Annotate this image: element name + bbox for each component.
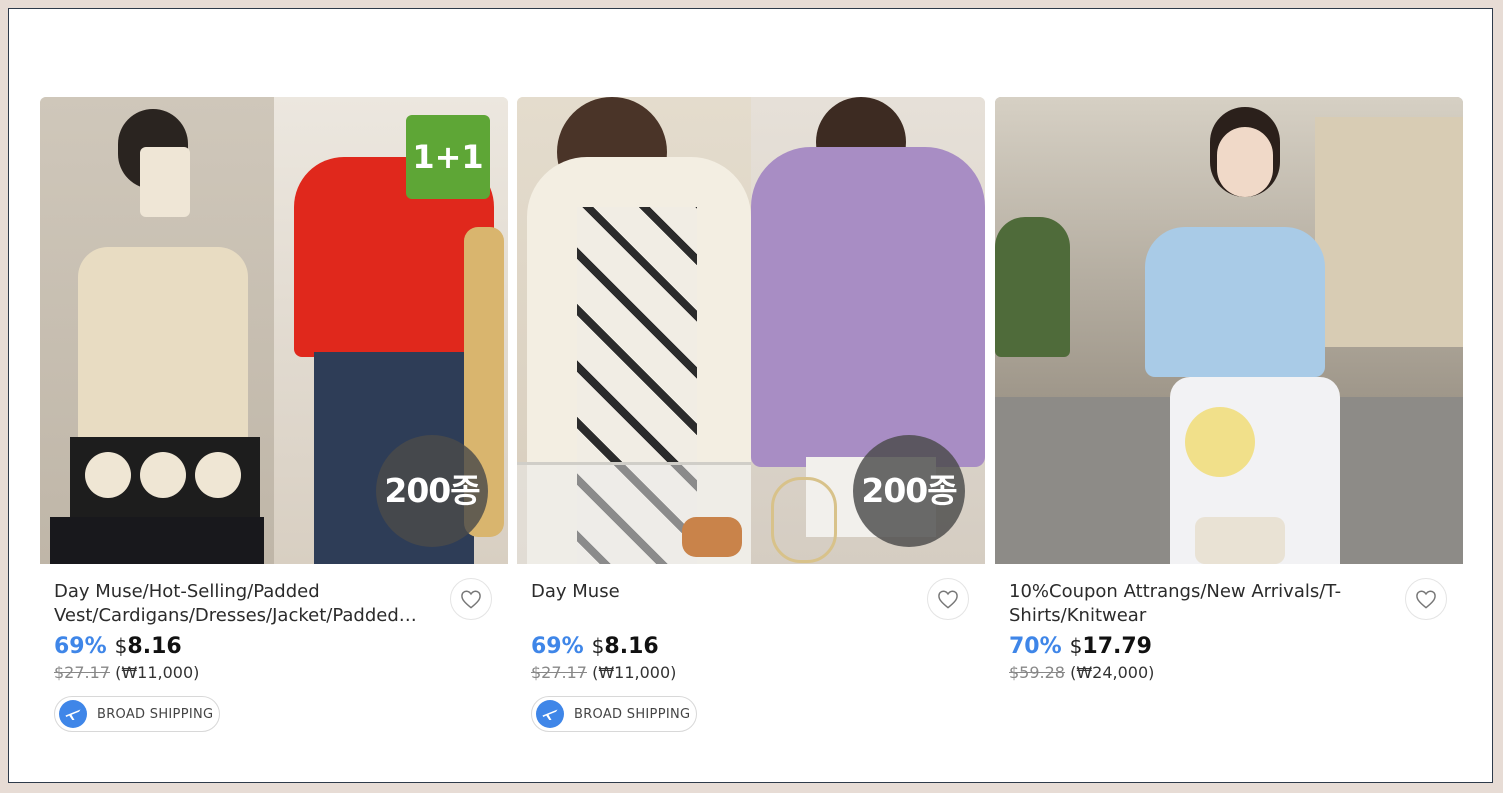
price-row: 69% $8.16	[54, 634, 182, 659]
currency-symbol: $	[114, 634, 128, 658]
product-card[interactable]: 10%Coupon Attrangs/New Arrivals/T-Shirts…	[995, 97, 1463, 757]
product-card[interactable]: 200종 Day Muse 69% $8.16 $27.17 (₩11,000) …	[517, 97, 985, 757]
sale-price: 8.16	[604, 634, 659, 659]
heart-outline-icon	[461, 590, 481, 609]
airplane-icon	[536, 700, 564, 728]
product-image[interactable]	[995, 97, 1463, 564]
currency-symbol: $	[1069, 634, 1083, 658]
shipping-badge: BROAD SHIPPING	[531, 696, 697, 732]
model-photo-crochet-vest	[40, 97, 274, 564]
wishlist-button[interactable]	[450, 578, 492, 620]
discount-percent: 69%	[54, 634, 107, 659]
original-price-row: $27.17 (₩11,000)	[531, 663, 676, 682]
shipping-label: BROAD SHIPPING	[574, 706, 691, 722]
original-price-row: $59.28 (₩24,000)	[1009, 663, 1154, 682]
product-grid: 1+1 200종 Day Muse/Hot-Selling/Padded Ves…	[8, 8, 1493, 783]
krw-price: (₩24,000)	[1070, 663, 1155, 682]
sale-price: 17.79	[1082, 634, 1152, 659]
wishlist-button[interactable]	[927, 578, 969, 620]
discount-percent: 70%	[1009, 634, 1062, 659]
wishlist-button[interactable]	[1405, 578, 1447, 620]
krw-price: (₩11,000)	[592, 663, 677, 682]
shipping-label: BROAD SHIPPING	[97, 706, 214, 722]
price-row: 70% $17.79	[1009, 634, 1152, 659]
product-title[interactable]: Day Muse/Hot-Selling/Padded Vest/Cardiga…	[54, 580, 434, 628]
variety-count-badge: 200종	[376, 435, 488, 547]
variety-count-badge: 200종	[853, 435, 965, 547]
sale-price: 8.16	[127, 634, 182, 659]
original-price: $59.28	[1009, 663, 1065, 682]
price-row: 69% $8.16	[531, 634, 659, 659]
product-image[interactable]: 200종	[517, 97, 985, 564]
heart-outline-icon	[1416, 590, 1436, 609]
product-title[interactable]: Day Muse	[531, 580, 911, 604]
krw-price: (₩11,000)	[115, 663, 200, 682]
product-card[interactable]: 1+1 200종 Day Muse/Hot-Selling/Padded Ves…	[40, 97, 508, 757]
original-price: $27.17	[54, 663, 110, 682]
heart-outline-icon	[938, 590, 958, 609]
shipping-badge: BROAD SHIPPING	[54, 696, 220, 732]
product-title[interactable]: 10%Coupon Attrangs/New Arrivals/T-Shirts…	[1009, 580, 1389, 628]
discount-percent: 69%	[531, 634, 584, 659]
original-price-row: $27.17 (₩11,000)	[54, 663, 199, 682]
original-price: $27.17	[531, 663, 587, 682]
one-plus-one-badge: 1+1	[406, 115, 490, 199]
product-image[interactable]: 1+1 200종	[40, 97, 508, 564]
airplane-icon	[59, 700, 87, 728]
model-photo-floral-dress	[517, 97, 751, 564]
currency-symbol: $	[591, 634, 605, 658]
model-photo-blue-knit	[995, 97, 1463, 564]
